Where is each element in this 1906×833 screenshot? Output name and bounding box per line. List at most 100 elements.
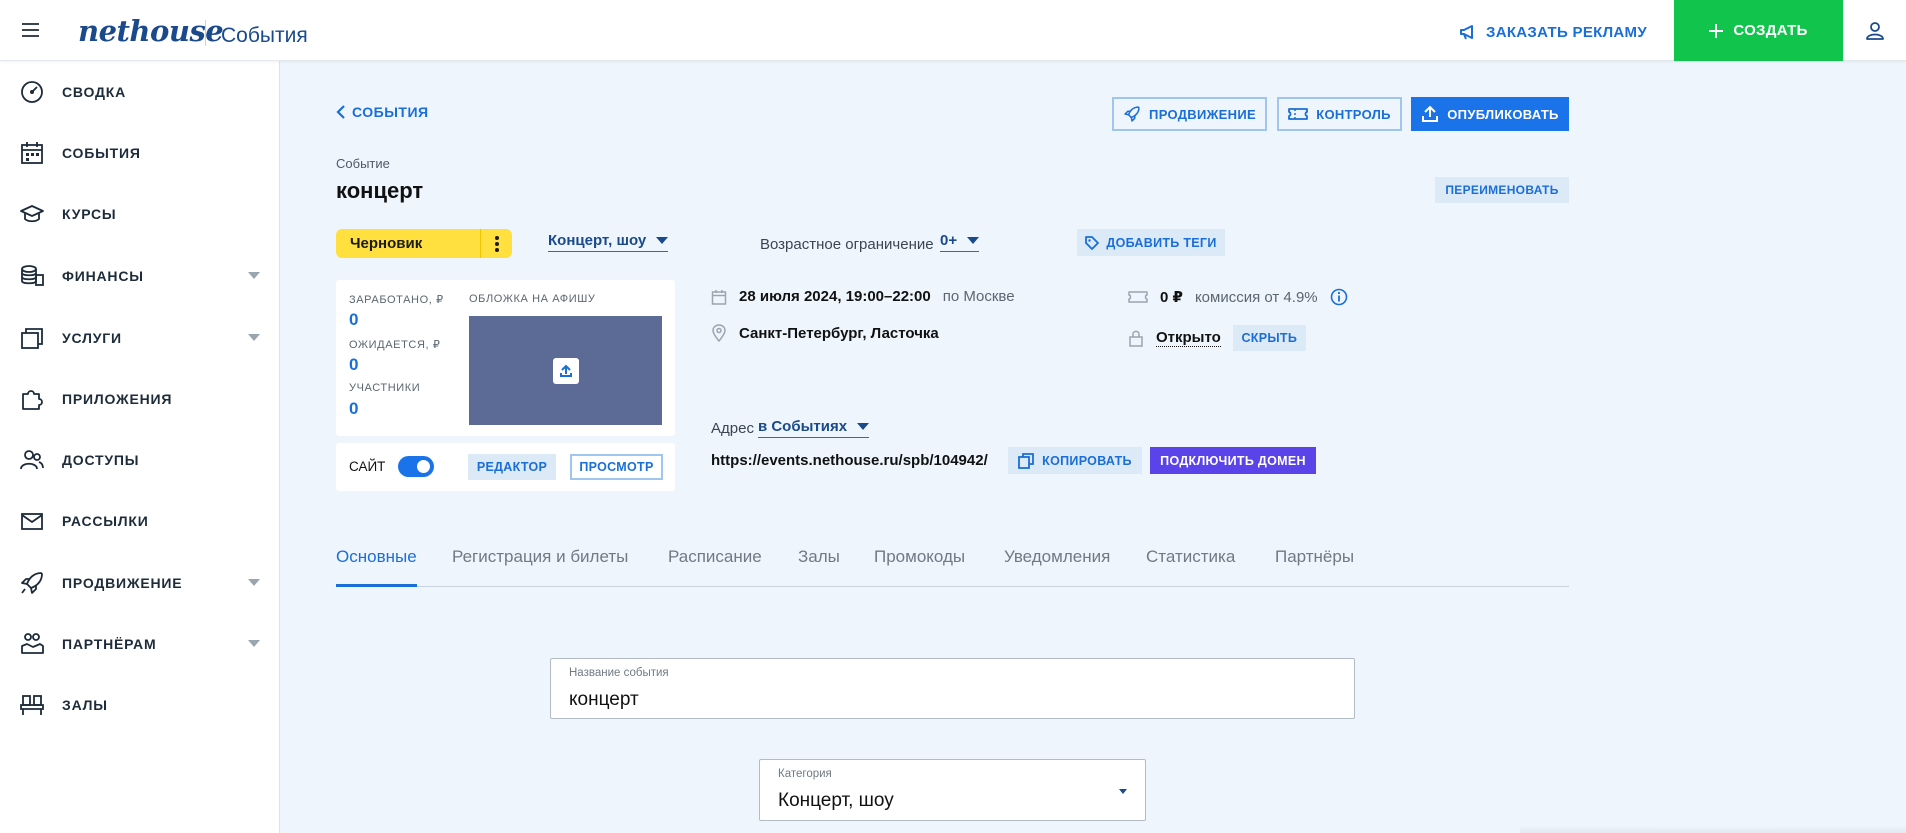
- earned-label: ЗАРАБОТАНО, ₽: [349, 294, 444, 306]
- cover-label: ОБЛОЖКА НА АФИШУ: [469, 293, 596, 305]
- menu-icon[interactable]: [20, 21, 42, 39]
- chevron-down-icon: [248, 334, 260, 342]
- expected-label: ОЖИДАЕТСЯ, ₽: [349, 339, 441, 351]
- tab-registration[interactable]: Регистрация и билеты: [452, 547, 628, 567]
- app-section-title: События: [221, 24, 308, 47]
- sidebar-item-label: ЗАЛЫ: [62, 697, 108, 713]
- sidebar-item-label: ДОСТУПЫ: [62, 452, 140, 468]
- order-ad-link[interactable]: ЗАКАЗАТЬ РЕКЛАМУ: [1458, 22, 1647, 42]
- participants-value: 0: [349, 399, 359, 418]
- access-info: Открыто СКРЫТЬ: [1128, 325, 1306, 351]
- age-restriction-dropdown[interactable]: 0+: [940, 232, 980, 252]
- copy-icon: [1018, 452, 1035, 469]
- lock-icon: [1128, 329, 1144, 347]
- address-row: Адрес в Событиях: [711, 418, 870, 438]
- site-card: САЙТ РЕДАКТОР ПРОСМОТР: [336, 443, 675, 491]
- sidebar-item-events[interactable]: СОБЫТИЯ: [0, 131, 280, 175]
- upload-icon[interactable]: [553, 358, 579, 384]
- tab-notifications[interactable]: Уведомления: [1004, 547, 1110, 567]
- tab-partners[interactable]: Партнёры: [1275, 547, 1354, 567]
- expected-value: 0: [349, 355, 359, 374]
- tab-halls[interactable]: Залы: [798, 547, 840, 567]
- sidebar-item-promotion[interactable]: ПРОДВИЖЕНИЕ: [0, 561, 280, 605]
- sidebar-item-access[interactable]: ДОСТУПЫ: [0, 438, 280, 482]
- access-status[interactable]: Открыто: [1156, 329, 1221, 347]
- chevron-left-icon: [336, 105, 346, 119]
- cover-upload-area[interactable]: [469, 316, 662, 425]
- tab-main[interactable]: Основные: [336, 547, 417, 567]
- rename-button[interactable]: ПЕРЕИМЕНОВАТЬ: [1435, 177, 1569, 203]
- rocket-icon: [19, 570, 45, 596]
- nethouse-logo[interactable]: nethouse: [78, 14, 224, 48]
- event-location[interactable]: Санкт-Петербург, Ласточка: [711, 324, 939, 342]
- tab-schedule[interactable]: Расписание: [668, 547, 762, 567]
- promotion-button[interactable]: ПРОДВИЖЕНИЕ: [1112, 97, 1267, 131]
- timezone-text: по Москве: [942, 288, 1015, 305]
- category-select-value: Концерт, шоу: [778, 790, 894, 811]
- stats-card: ЗАРАБОТАНО, ₽ 0 ОЖИДАЕТСЯ, ₽ 0 УЧАСТНИКИ…: [336, 280, 675, 436]
- sidebar-item-label: УСЛУГИ: [62, 330, 122, 346]
- dashboard-gauge-icon: [19, 79, 45, 105]
- control-button-label: КОНТРОЛЬ: [1316, 106, 1391, 122]
- address-scope-dropdown[interactable]: в Событиях: [757, 418, 870, 438]
- puzzle-icon: [19, 386, 45, 412]
- event-name-field[interactable]: Название события концерт: [550, 658, 1355, 719]
- address-scope-label: в Событиях: [757, 418, 848, 435]
- sidebar-item-label: СОБЫТИЯ: [62, 145, 141, 161]
- more-vertical-icon[interactable]: [480, 229, 512, 258]
- back-to-events-link[interactable]: СОБЫТИЯ: [336, 104, 429, 120]
- sidebar-item-services[interactable]: УСЛУГИ: [0, 316, 280, 360]
- user-profile-button[interactable]: [1843, 0, 1906, 61]
- users-icon: [19, 447, 45, 473]
- site-label: САЙТ: [349, 459, 386, 474]
- participants-label: УЧАСТНИКИ: [349, 382, 421, 394]
- back-link-label: СОБЫТИЯ: [352, 104, 429, 120]
- hide-button[interactable]: СКРЫТЬ: [1232, 325, 1306, 351]
- category-select[interactable]: Категория Концерт, шоу: [759, 759, 1146, 821]
- ticket-icon: [1288, 106, 1309, 122]
- add-tags-button[interactable]: ДОБАВИТЬ ТЕГИ: [1077, 229, 1225, 256]
- logo-divider: [205, 20, 206, 46]
- price-text: 0 ₽: [1160, 289, 1183, 306]
- category-dropdown[interactable]: Концерт, шоу: [548, 232, 669, 252]
- create-button[interactable]: СОЗДАТЬ: [1674, 0, 1843, 61]
- sidebar-item-label: КУРСЫ: [62, 206, 117, 222]
- publish-button[interactable]: ОПУБЛИКОВАТЬ: [1411, 97, 1569, 131]
- tab-statistics[interactable]: Статистика: [1146, 547, 1235, 567]
- control-button[interactable]: КОНТРОЛЬ: [1277, 97, 1402, 131]
- preview-button[interactable]: ПРОСМОТР: [570, 454, 663, 480]
- tab-promocodes[interactable]: Промокоды: [874, 547, 965, 567]
- sidebar-item-label: ПАРТНЁРАМ: [62, 636, 157, 652]
- price-info: 0 ₽ комиссия от 4.9%: [1128, 288, 1348, 306]
- age-restriction-label: Возрастное ограничение: [760, 236, 934, 253]
- status-badge[interactable]: Черновик: [336, 229, 512, 258]
- sidebar-item-summary[interactable]: СВОДКА: [0, 70, 280, 114]
- sidebar-item-mailings[interactable]: РАССЫЛКИ: [0, 499, 280, 543]
- sidebar-item-partners[interactable]: ПАРТНЁРАМ: [0, 622, 280, 666]
- editor-button[interactable]: РЕДАКТОР: [468, 454, 556, 480]
- tag-icon: [1085, 235, 1100, 250]
- connect-domain-button[interactable]: ПОДКЛЮЧИТЬ ДОМЕН: [1150, 447, 1316, 474]
- site-toggle[interactable]: [398, 456, 434, 477]
- chevron-down-icon: [248, 579, 260, 587]
- partners-icon: [19, 631, 45, 657]
- event-caption: Событие: [336, 156, 390, 171]
- mail-icon: [19, 508, 45, 534]
- coins-icon: [19, 263, 45, 289]
- sidebar-item-courses[interactable]: КУРСЫ: [0, 192, 280, 236]
- calendar-icon: [19, 140, 45, 166]
- sidebar-item-finance[interactable]: ФИНАНСЫ: [0, 254, 280, 298]
- event-url[interactable]: https://events.nethouse.ru/spb/104942/: [711, 452, 988, 469]
- sidebar-item-apps[interactable]: ПРИЛОЖЕНИЯ: [0, 377, 280, 421]
- top-bar: nethouse События ЗАКАЗАТЬ РЕКЛАМУ СОЗДАТ…: [0, 0, 1906, 61]
- status-label: Черновик: [350, 235, 423, 252]
- sidebar-item-halls[interactable]: ЗАЛЫ: [0, 683, 280, 727]
- address-label: Адрес: [711, 419, 754, 437]
- copy-url-button[interactable]: КОПИРОВАТЬ: [1008, 447, 1142, 474]
- sidebar-item-label: ПРИЛОЖЕНИЯ: [62, 391, 173, 407]
- event-datetime[interactable]: 28 июля 2024, 19:00–22:00 по Москве: [711, 288, 1015, 305]
- seats-icon: [19, 692, 45, 718]
- info-icon[interactable]: [1330, 288, 1348, 306]
- event-tabs: Основные Регистрация и билеты Расписание…: [336, 530, 1569, 587]
- sidebar-item-label: РАССЫЛКИ: [62, 513, 149, 529]
